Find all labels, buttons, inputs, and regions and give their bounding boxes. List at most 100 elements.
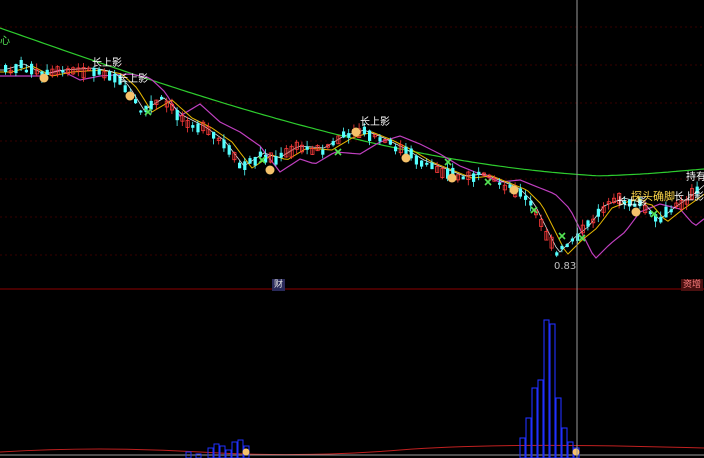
candle-down [175,110,179,121]
candle-down [524,195,528,200]
candle-down [212,131,216,139]
signal-circle [401,153,411,163]
signal-circle [447,173,457,183]
candle-down [92,67,96,76]
candle-down [414,155,418,165]
candle-down [560,245,564,250]
candle-down [19,60,23,68]
candle-down [388,139,392,145]
candle-down [565,244,569,247]
capital-increase-badge[interactable]: 资增 [681,279,704,291]
candle-down [30,63,34,75]
signal-circle [631,207,641,217]
candle-down [222,139,226,149]
candle-down [61,70,65,73]
candle-down [342,131,346,138]
candle-down [472,173,476,182]
signal-cross [558,232,566,240]
volume-bar [525,417,532,458]
candle-down [586,220,590,227]
candle-down [243,161,247,170]
candle-down [461,176,465,180]
corner-label: 心 [0,35,10,47]
candle-down [305,146,309,150]
volume-bar [567,441,574,458]
candle-down [113,74,117,83]
candle-down [394,146,398,152]
candle-down [196,123,200,133]
annotation-5: 长上影 [674,191,704,203]
volume-bar [213,443,220,458]
annotation-2: 长上影 [118,73,148,85]
candle-down [518,188,522,197]
candle-down [149,100,153,110]
candle-down [274,156,278,165]
candle-down [97,69,101,75]
candle-down [659,216,663,223]
volume-bar [549,323,556,458]
candle-down [596,208,600,217]
candles [4,56,699,258]
ma-white-line [0,63,704,253]
annotation-6: 探头确脚 [631,189,675,203]
volume-bar [225,449,232,458]
volume-bar [219,445,226,458]
signal-cross [444,158,452,166]
candle-down [253,157,257,166]
candle-down [430,162,434,170]
volume-bar [543,319,550,458]
candle-down [123,85,127,93]
candle-down [160,96,164,100]
signal-markers [39,73,658,242]
signal-circle [265,165,275,175]
candle-down [347,133,351,138]
candle-down [24,69,28,73]
volume-panel [0,319,704,458]
volume-bar [561,427,568,458]
candle-down [258,151,262,157]
candle-down [134,99,138,104]
volume-marker [572,448,580,456]
candle-down [321,149,325,155]
volume-line-red [0,444,704,456]
volume-bar [537,379,544,458]
ma-short-line [0,65,704,255]
signal-circle [509,185,519,195]
candle-down [227,145,231,155]
candlestick-chart[interactable]: 长上影 长上影 长上影 长上影 长上影 探头确脚 持有 心 0.83 [0,0,704,458]
candle-down [669,209,673,213]
candle-down [378,137,382,142]
candle-down [191,125,195,128]
candle-down [570,238,574,242]
volume-marker [242,448,250,456]
candle-down [576,233,580,241]
candle-down [529,200,533,206]
candle-down [4,65,8,72]
candle-down [238,162,242,169]
signal-circle [351,127,361,137]
candle-down [477,171,481,175]
annotation-3: 长上影 [360,116,390,128]
low-price-label: 0.83 [554,261,576,272]
annotation-7: 持有 [686,170,704,183]
candle-down [331,141,335,146]
signal-circle [125,91,135,101]
ma-mid-line [0,69,704,259]
candle-down [664,206,668,218]
candle-down [248,158,252,164]
finance-badge[interactable]: 财 [272,279,286,291]
candle-down [498,182,502,185]
candle-down [14,64,18,74]
signal-cross [484,178,492,186]
candle-down [420,160,424,167]
candle-down [139,110,143,113]
candle-down [555,252,559,256]
volume-bar [531,387,538,458]
candle-down [425,162,429,165]
volume-bar [555,397,562,458]
candle-down [279,152,283,158]
annotation-1: 长上影 [92,57,122,69]
candle-down [108,71,112,81]
stock-chart-window: 长上影 长上影 长上影 长上影 长上影 探头确脚 持有 心 0.83 财 资增 [0,0,704,458]
candle-down [368,130,372,141]
